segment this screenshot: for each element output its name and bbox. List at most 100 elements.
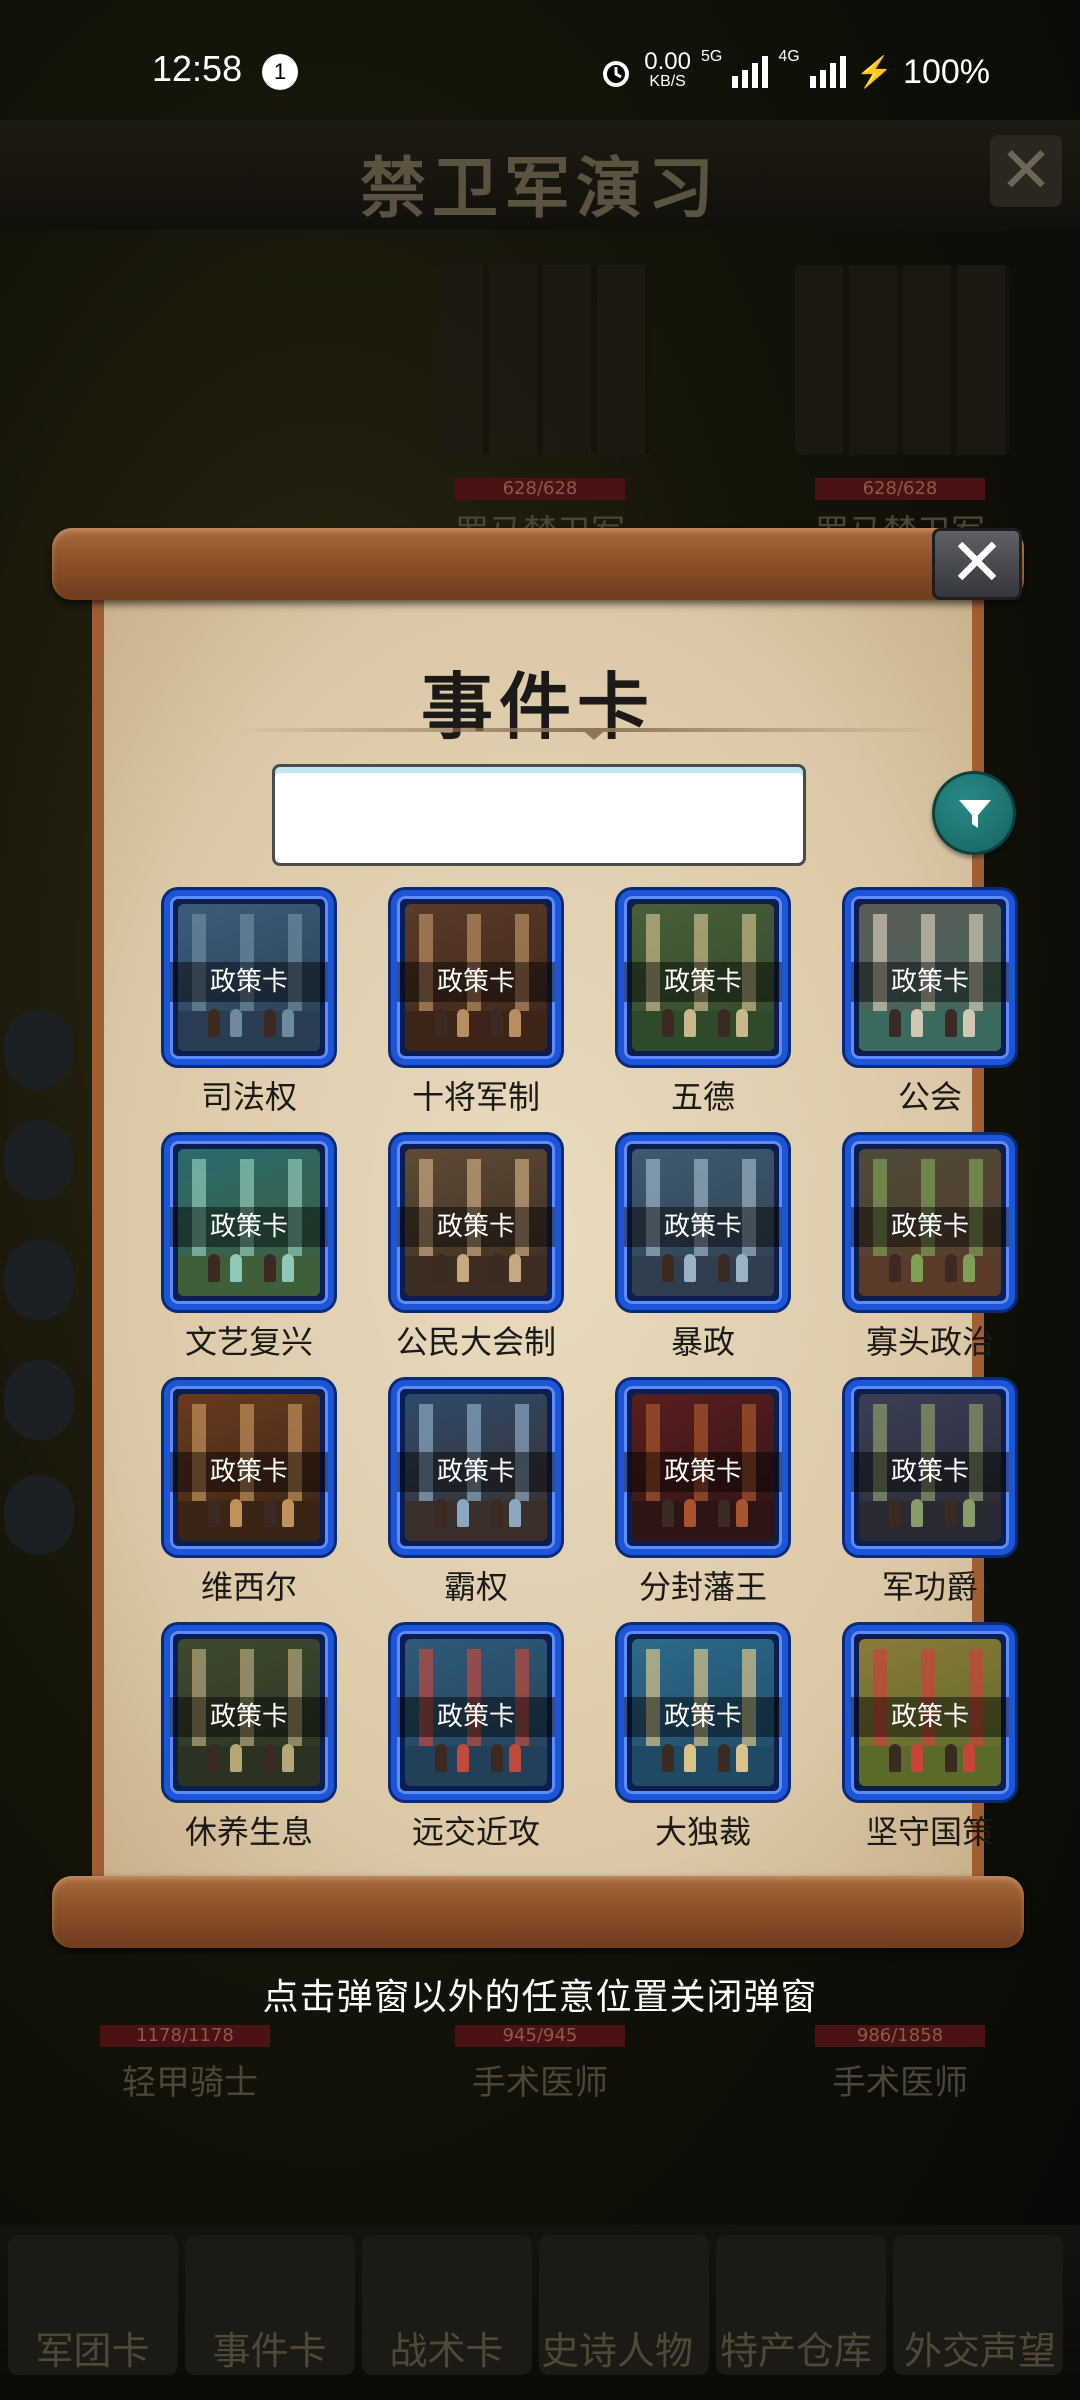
- filter-icon: [959, 800, 991, 828]
- art-figure: [457, 1009, 469, 1037]
- art-figure: [718, 1499, 730, 1527]
- filter-button[interactable]: [932, 771, 1016, 855]
- art-figure: [684, 1744, 696, 1772]
- event-card[interactable]: 政策卡 暴政: [618, 1135, 788, 1361]
- art-figure: [736, 1499, 748, 1527]
- event-card[interactable]: 政策卡 公会: [845, 890, 1015, 1116]
- event-card[interactable]: 政策卡 军功爵: [845, 1380, 1015, 1606]
- event-card[interactable]: 政策卡 公民大会制: [391, 1135, 561, 1361]
- card-type-label: 政策卡: [624, 962, 782, 1002]
- background-nav-label: 军团卡: [35, 2329, 150, 2373]
- art-figure: [736, 1009, 748, 1037]
- art-figure: [208, 1009, 220, 1037]
- art-figure: [457, 1499, 469, 1527]
- art-figure: [264, 1499, 276, 1527]
- title-divider-notch: [580, 728, 608, 740]
- card-frame: 政策卡: [164, 1135, 334, 1310]
- art-figure: [230, 1009, 242, 1037]
- search-input[interactable]: [272, 764, 806, 866]
- art-figure: [911, 1499, 923, 1527]
- art-figure: [491, 1009, 503, 1037]
- event-card[interactable]: 政策卡 寡头政治: [845, 1135, 1015, 1361]
- card-frame: 政策卡: [391, 1380, 561, 1555]
- art-floor: [859, 1501, 1001, 1541]
- network-speed: 0.00 KB/S: [644, 50, 691, 92]
- card-type-label: 政策卡: [170, 1207, 328, 1247]
- art-figure: [736, 1744, 748, 1772]
- art-figure: [208, 1499, 220, 1527]
- art-floor: [632, 1011, 774, 1051]
- background-unit-name: 轻甲骑士: [122, 2063, 258, 2103]
- art-floor: [859, 1011, 1001, 1051]
- event-card[interactable]: 政策卡 司法权: [164, 890, 334, 1116]
- background-unit-hp: 986/1858: [815, 2025, 985, 2047]
- art-floor: [405, 1501, 547, 1541]
- art-figure: [435, 1499, 447, 1527]
- status-icons: 0.00 KB/S 5G 4G ⚡ 100%: [598, 48, 990, 96]
- art-figure: [963, 1499, 975, 1527]
- art-figure: [945, 1254, 957, 1282]
- art-figure: [282, 1499, 294, 1527]
- art-floor: [632, 1501, 774, 1541]
- art-figure: [435, 1744, 447, 1772]
- close-button[interactable]: ✕: [932, 528, 1022, 600]
- art-figure: [718, 1254, 730, 1282]
- background-close-icon: ✕: [990, 135, 1062, 207]
- background-nav-label: 史诗人物: [540, 2329, 693, 2373]
- card-frame: 政策卡: [845, 890, 1015, 1065]
- art-figure: [264, 1009, 276, 1037]
- network-4g-label: 4G: [778, 48, 800, 65]
- signal-icon: [732, 56, 769, 88]
- scroll-roll-bottom: [52, 1876, 1024, 1948]
- event-card[interactable]: 政策卡 坚守国策: [845, 1625, 1015, 1851]
- card-type-label: 政策卡: [397, 962, 555, 1002]
- art-figure: [264, 1254, 276, 1282]
- card-type-label: 政策卡: [624, 1697, 782, 1737]
- art-figure: [945, 1009, 957, 1037]
- background-title: 禁卫军演习: [360, 150, 720, 227]
- card-frame: 政策卡: [845, 1380, 1015, 1555]
- art-floor: [859, 1256, 1001, 1296]
- card-name: 霸权: [443, 1568, 508, 1606]
- art-figure: [230, 1744, 242, 1772]
- card-name: 寡头政治: [865, 1323, 994, 1361]
- art-floor: [178, 1501, 320, 1541]
- event-card[interactable]: 政策卡 霸权: [391, 1380, 561, 1606]
- card-frame: 政策卡: [391, 1625, 561, 1800]
- art-floor: [405, 1256, 547, 1296]
- status-bar: 12:58 1 0.00 KB/S 5G 4G ⚡ 100%: [0, 0, 1080, 120]
- background-unit-hp: 945/945: [455, 2025, 625, 2047]
- card-frame: 政策卡: [391, 1135, 561, 1310]
- art-figure: [889, 1009, 901, 1037]
- art-figure: [963, 1009, 975, 1037]
- art-figure: [684, 1499, 696, 1527]
- art-figure: [509, 1499, 521, 1527]
- card-name: 五德: [670, 1078, 735, 1116]
- event-card[interactable]: 政策卡 文艺复兴: [164, 1135, 334, 1361]
- art-figure: [208, 1254, 220, 1282]
- art-figure: [662, 1499, 674, 1527]
- event-card[interactable]: 政策卡 分封藩王: [618, 1380, 788, 1606]
- art-figure: [684, 1009, 696, 1037]
- scroll-roll-top: [52, 528, 1024, 600]
- background-nav-label: 特产仓库: [719, 2329, 872, 2373]
- event-card[interactable]: 政策卡 远交近攻: [391, 1625, 561, 1851]
- art-figure: [889, 1744, 901, 1772]
- event-card[interactable]: 政策卡 休养生息: [164, 1625, 334, 1851]
- event-card[interactable]: 政策卡 十将军制: [391, 890, 561, 1116]
- art-figure: [736, 1254, 748, 1282]
- art-figure: [282, 1254, 294, 1282]
- card-type-label: 政策卡: [397, 1697, 555, 1737]
- art-figure: [889, 1254, 901, 1282]
- art-figure: [491, 1744, 503, 1772]
- charging-icon: ⚡: [855, 55, 894, 89]
- art-figure: [684, 1254, 696, 1282]
- art-figure: [718, 1744, 730, 1772]
- art-figure: [457, 1254, 469, 1282]
- art-figure: [230, 1499, 242, 1527]
- event-card[interactable]: 政策卡 五德: [618, 890, 788, 1116]
- card-type-label: 政策卡: [851, 1207, 1009, 1247]
- event-card[interactable]: 政策卡 大独裁: [618, 1625, 788, 1851]
- card-type-label: 政策卡: [851, 962, 1009, 1002]
- event-card[interactable]: 政策卡 维西尔: [164, 1380, 334, 1606]
